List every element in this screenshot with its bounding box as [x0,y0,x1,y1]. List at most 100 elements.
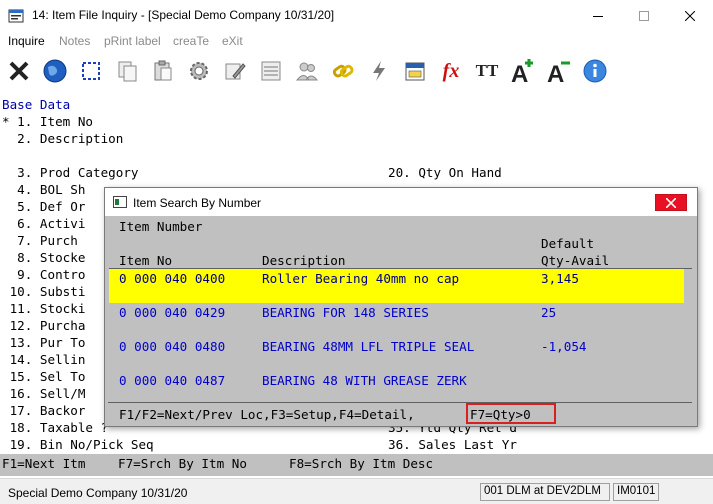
dialog-close-button[interactable] [655,194,687,211]
font-size-icon: TT [475,61,499,80]
result-item-no: 0 000 040 0400 [119,271,226,286]
col-description-header: Description [262,253,346,268]
paste-icon [154,60,172,81]
lightning-button[interactable] [362,54,396,88]
link-icon [332,64,354,78]
console-field-line: 11. Stocki [2,301,86,316]
console-field-line: 3. Prod Category [2,165,139,180]
exit-icon [9,61,29,81]
result-qty: -1,054 [541,339,587,354]
dialog-caption: Item Number [119,219,203,234]
col-item-no-header: Item No [119,253,173,268]
footer-f7-label: F7=Qty>0 [470,407,531,422]
copy-button[interactable] [110,54,144,88]
console-field-line: 5. Def Or [2,199,86,214]
copy-icon [118,61,137,82]
console-field-line: 2. Description [2,131,124,146]
menu-print-label[interactable]: pRint label [104,34,161,48]
console-field-line: 8. Stocke [2,250,86,265]
result-description: BEARING 48MM LFL TRIPLE SEAL [262,339,475,354]
maximize-button[interactable] [621,0,667,31]
app-icon [8,9,24,23]
window-title: 14: Item File Inquiry - [Special Demo Co… [32,8,335,22]
link-button[interactable] [326,54,360,88]
fkey-f7[interactable]: F7=Srch By Itm No [118,455,247,472]
function-button[interactable]: fx [434,54,468,88]
console-field-line: 4. BOL Sh [2,182,86,197]
paste-button[interactable] [146,54,180,88]
maximize-icon [639,10,649,21]
function-key-bar: F1=Next Itm F7=Srch By Itm No F8=Srch By… [0,454,713,476]
menu-notes[interactable]: Notes [59,34,90,48]
console-field-line: 6. Activi [2,216,86,231]
console-field-line: 7. Purch [2,233,86,248]
dialog-footer: F1/F2=Next/Prev Loc,F3=Setup,F4=Detail, … [108,402,692,424]
col-qty-header-line1: Default [541,236,595,251]
font-increase-icon: A [511,59,533,85]
close-button[interactable] [667,0,713,31]
col-qty-header-line2: Qty-Avail [541,253,610,268]
footer-keys: F1/F2=Next/Prev Loc,F3=Setup,F4=Detail, [119,407,415,422]
dialog-icon [113,196,127,208]
fkey-f8[interactable]: F8=Srch By Itm Desc [289,455,433,472]
close-icon [666,197,676,208]
result-description: BEARING 48 WITH GREASE ZERK [262,373,467,388]
title-bar: 14: Item File Inquiry - [Special Demo Co… [0,0,713,31]
fkey-f1[interactable]: F1=Next Itm [2,455,85,472]
status-program: IM0101 [613,483,659,501]
console-field-line: 14. Sellin [2,352,86,367]
dialog-title: Item Search By Number [133,196,262,210]
console-field-line: 16. Sell/M [2,386,86,401]
edit-icon [225,63,246,80]
field-qty-on-hand: 20. Qty On Hand [388,165,502,180]
menu-exit[interactable]: eXit [222,34,243,48]
minimize-button[interactable] [575,0,621,31]
toolbar: fx TT A A [0,52,713,90]
console-field-line: 13. Pur To [2,335,86,350]
select-button[interactable] [74,54,108,88]
globe-button[interactable] [38,54,72,88]
font-size-button[interactable]: TT [470,54,504,88]
console-field-line: 17. Backor [2,403,86,418]
menu-inquire[interactable]: Inquire [8,34,45,48]
console-field-line: 9. Contro [2,267,86,282]
lightning-icon [373,61,385,81]
font-decrease-icon: A [547,61,570,85]
calendar-icon [405,62,425,81]
result-qty: 25 [541,305,557,320]
result-description: Roller Bearing 40mm no cap [262,271,460,286]
result-item-no: 0 000 040 0487 [119,373,226,388]
f7-qty-filter-button[interactable]: F7=Qty>0 [466,403,556,424]
console-field-line: 12. Purcha [2,318,86,333]
item-search-dialog: Item Search By Number Item Number Defaul… [104,187,698,427]
globe-icon [43,59,67,83]
menu-create[interactable]: creaTe [173,34,209,48]
console-field-line: 10. Substi [2,284,86,299]
exit-button[interactable] [2,54,36,88]
dialog-body: Item Number Default Item No Description … [105,216,697,426]
select-icon [82,62,100,80]
users-button[interactable] [290,54,324,88]
help-icon [583,59,607,83]
svg-text:A: A [547,61,564,85]
users-icon [295,62,319,81]
console-field-line: * 1. Item No [2,114,93,129]
font-increase-button[interactable]: A [506,54,540,88]
svg-text:A: A [511,61,528,85]
section-header: Base Data [2,97,71,112]
settings-icon [190,62,208,80]
list-button[interactable] [254,54,288,88]
calendar-button[interactable] [398,54,432,88]
function-icon: fx [442,59,460,82]
status-session: 001 DLM at DEV2DLM [480,483,610,501]
settings-button[interactable] [182,54,216,88]
result-item-no: 0 000 040 0429 [119,305,226,320]
font-decrease-button[interactable]: A [542,54,576,88]
field-sales-last-yr: 36. Sales Last Yr [388,437,517,452]
result-qty: 3,145 [541,271,579,286]
edit-button[interactable] [218,54,252,88]
results-scrollbar[interactable] [685,269,695,402]
help-button[interactable] [578,54,612,88]
menu-bar: Inquire Notes pRint label creaTe eXit [0,31,713,50]
close-icon [685,10,695,21]
